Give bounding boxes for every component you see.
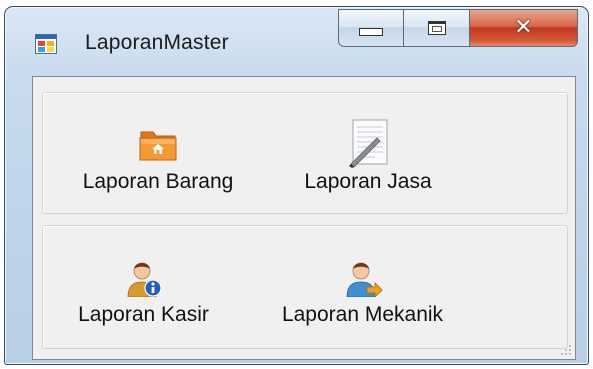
resize-grip-icon[interactable] <box>560 344 572 356</box>
caption-buttons: ✕ <box>338 9 578 47</box>
form-app-icon <box>35 34 57 54</box>
laporan-mekanik-button[interactable]: Laporan Mekanik <box>260 257 465 327</box>
laporan-kasir-button[interactable]: Laporan Kasir <box>61 257 226 327</box>
app-window: LaporanMaster ✕ Laporan Barang Laporan J… <box>4 6 589 365</box>
folder-icon <box>139 131 177 161</box>
user-info-icon <box>127 262 162 297</box>
close-button[interactable]: ✕ <box>470 9 578 47</box>
client-area: Laporan Barang Laporan Jasa Laporan Kasi… <box>32 76 576 360</box>
laporan-kasir-label: Laporan Kasir <box>78 303 209 326</box>
maximize-button[interactable] <box>404 9 470 47</box>
close-icon: ✕ <box>514 15 533 40</box>
user-arrow-icon <box>346 262 383 297</box>
group-barang-jasa: Laporan Barang Laporan Jasa <box>42 92 568 214</box>
window-title: LaporanMaster <box>85 31 229 54</box>
minimize-button[interactable] <box>338 9 404 47</box>
group-kasir-mekanik: Laporan Kasir Laporan Mekanik <box>42 225 568 349</box>
laporan-jasa-button[interactable]: Laporan Jasa <box>288 118 448 194</box>
maximize-icon <box>427 21 446 35</box>
title-bar[interactable]: LaporanMaster ✕ <box>5 7 588 69</box>
laporan-mekanik-label: Laporan Mekanik <box>281 303 444 326</box>
laporan-jasa-label: Laporan Jasa <box>304 170 432 193</box>
minimize-icon <box>359 28 383 36</box>
laporan-barang-label: Laporan Barang <box>82 170 234 193</box>
document-pen-icon <box>349 119 388 168</box>
laporan-barang-button[interactable]: Laporan Barang <box>63 124 253 194</box>
